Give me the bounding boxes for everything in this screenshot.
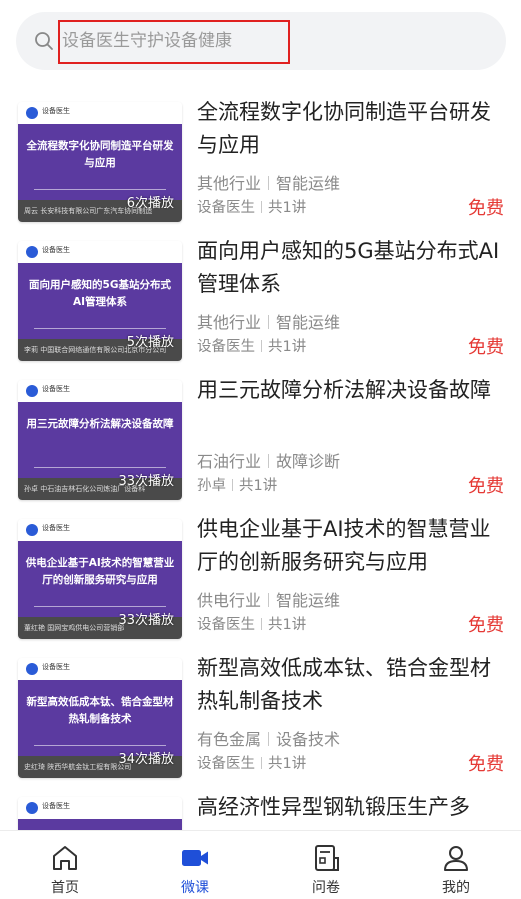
play-count: 5次播放 [126, 335, 174, 350]
tab-home[interactable]: 首页 [0, 831, 130, 899]
course-item[interactable]: 设备医生 面向用户感知的5G基站分布式AI管理体系 李莉 中国联合网络通信有限公… [0, 235, 521, 363]
bottom-tab-bar: 首页 微课 问卷 我的 [0, 830, 521, 899]
logo-icon [26, 385, 38, 397]
course-thumbnail[interactable]: 设备医生 新型高效低成本钛、锆合金型材热轧制备技术 史红琦 陕西华航金钛工程有限… [18, 658, 182, 778]
course-tags: 石油行业 故障诊断 [197, 452, 341, 471]
tab-label: 问卷 [312, 880, 340, 896]
course-title[interactable]: 新型高效低成本钛、锆合金型材热轧制备技术 [197, 652, 505, 718]
course-list[interactable]: 设备医生 全流程数字化协同制造平台研发与应用 周云 长安科技有限公司广东汽车协同… [0, 96, 521, 830]
questionnaire-icon [315, 845, 339, 871]
price-label: 免费 [468, 476, 504, 497]
course-item[interactable]: 设备医生 全流程数字化协同制造平台研发与应用 周云 长安科技有限公司广东汽车协同… [0, 96, 521, 224]
logo-icon [26, 663, 38, 675]
search-icon [35, 32, 53, 50]
course-meta: 设备医生 共1讲 [197, 756, 307, 772]
play-count: 34次播放 [118, 752, 174, 767]
course-thumbnail[interactable]: 设备医生 面向用户感知的5G基站分布式AI管理体系 李莉 中国联合网络通信有限公… [18, 241, 182, 361]
thumbnail-title: 新型高效低成本钛、锆合金型材热轧制备技术 [26, 696, 174, 725]
tab-label: 首页 [51, 880, 79, 896]
course-meta: 设备医生 共1讲 [197, 200, 307, 216]
logo-icon [26, 802, 38, 814]
thumbnail-title: 供电企业基于AI技术的智慧营业厅的创新服务研究与应用 [25, 557, 175, 586]
course-meta: 设备医生 共1讲 [197, 617, 307, 633]
logo-icon [26, 107, 38, 119]
course-meta: 设备医生 共1讲 [197, 339, 307, 355]
video-camera-icon [182, 850, 208, 866]
search-input[interactable] [62, 12, 482, 70]
logo-icon [26, 246, 38, 258]
thumbnail-title: 全流程数字化协同制造平台研发与应用 [26, 140, 174, 169]
thumbnail-title: 用三元故障分析法解决设备故障 [26, 418, 174, 430]
play-count: 33次播放 [118, 474, 174, 489]
price-label: 免费 [468, 198, 504, 219]
course-thumbnail[interactable]: 设备医生 全流程数字化协同制造平台研发与应用 周云 长安科技有限公司广东汽车协同… [18, 102, 182, 222]
thumbnail-title: 面向用户感知的5G基站分布式AI管理体系 [29, 279, 171, 308]
course-tags: 其他行业 智能运维 [197, 174, 341, 193]
course-thumbnail[interactable]: 设备医生 用三元故障分析法解决设备故障 孙卓 中石油吉林石化公司炼油厂设备科 3… [18, 380, 182, 500]
tab-mine[interactable]: 我的 [391, 831, 521, 899]
home-icon [53, 846, 77, 870]
course-thumbnail[interactable]: 设备医生 [18, 797, 182, 830]
course-title[interactable]: 供电企业基于AI技术的智慧营业厅的创新服务研究与应用 [197, 513, 505, 579]
course-item[interactable]: 设备医生 新型高效低成本钛、锆合金型材热轧制备技术 史红琦 陕西华航金钛工程有限… [0, 652, 521, 780]
price-label: 免费 [468, 337, 504, 358]
course-tags: 有色金属 设备技术 [197, 730, 341, 749]
course-title[interactable]: 用三元故障分析法解决设备故障 [197, 374, 505, 407]
course-tags: 其他行业 智能运维 [197, 313, 341, 332]
logo-icon [26, 524, 38, 536]
tab-questionnaire[interactable]: 问卷 [261, 831, 391, 899]
search-bar[interactable] [16, 12, 506, 70]
tab-microcourse[interactable]: 微课 [130, 831, 260, 899]
tab-label: 微课 [181, 880, 209, 896]
course-title[interactable]: 全流程数字化协同制造平台研发与应用 [197, 96, 505, 162]
price-label: 免费 [468, 754, 504, 775]
course-meta: 孙卓 共1讲 [197, 478, 278, 494]
course-title[interactable]: 高经济性异型钢轨锻压生产多 [197, 791, 505, 824]
play-count: 33次播放 [118, 613, 174, 628]
course-tags: 供电行业 智能运维 [197, 591, 341, 610]
tab-label: 我的 [442, 880, 470, 896]
course-item[interactable]: 设备医生 用三元故障分析法解决设备故障 孙卓 中石油吉林石化公司炼油厂设备科 3… [0, 374, 521, 502]
course-item[interactable]: 设备医生 供电企业基于AI技术的智慧营业厅的创新服务研究与应用 董红艳 国网宝鸡… [0, 513, 521, 641]
play-count: 6次播放 [126, 196, 174, 211]
price-label: 免费 [468, 615, 504, 636]
user-icon [444, 846, 468, 871]
course-title[interactable]: 面向用户感知的5G基站分布式AI管理体系 [197, 235, 505, 301]
course-item[interactable]: 设备医生 高经济性异型钢轨锻压生产多 [0, 791, 521, 830]
course-thumbnail[interactable]: 设备医生 供电企业基于AI技术的智慧营业厅的创新服务研究与应用 董红艳 国网宝鸡… [18, 519, 182, 639]
